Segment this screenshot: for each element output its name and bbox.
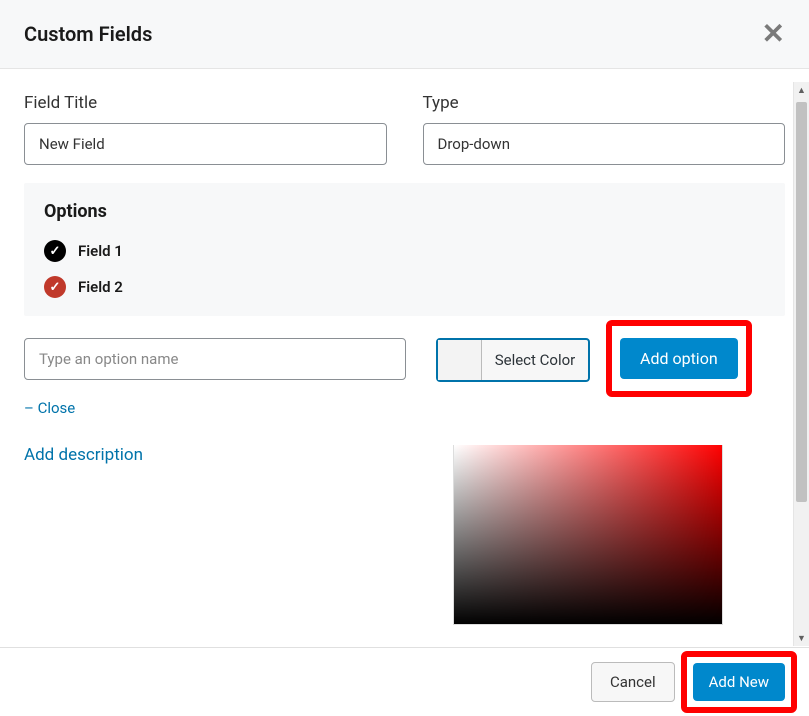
options-heading: Options xyxy=(44,201,765,222)
check-icon: ✓ xyxy=(44,240,66,262)
close-icon[interactable]: ✕ xyxy=(762,20,785,48)
scroll-up-icon[interactable]: ▲ xyxy=(794,82,809,98)
add-option-button[interactable]: Add option xyxy=(620,338,738,379)
add-description-link[interactable]: Add description xyxy=(24,445,143,465)
field-title-label: Field Title xyxy=(24,93,387,113)
options-panel: Options ✓ Field 1 ✓ Field 2 xyxy=(24,183,785,316)
option-item[interactable]: ✓ Field 1 xyxy=(44,240,765,262)
option-name-input[interactable] xyxy=(24,338,406,380)
scrollbar[interactable]: ▲ ▼ xyxy=(793,82,809,646)
color-swatch-icon xyxy=(438,340,482,380)
select-color-label: Select Color xyxy=(482,351,588,369)
field-title-input[interactable] xyxy=(24,123,387,165)
option-label: Field 1 xyxy=(78,242,123,260)
color-picker-wrap: Select Color xyxy=(436,338,590,382)
add-option-wrap: Add option xyxy=(620,338,738,379)
field-type-select[interactable] xyxy=(423,123,786,165)
dialog-content: Field Title Type Options ✓ Field 1 ✓ Fie… xyxy=(0,69,809,465)
add-option-row: Select Color Add option xyxy=(24,338,785,382)
field-title-col: Field Title xyxy=(24,93,387,165)
dialog-footer: Cancel Add New xyxy=(0,647,809,716)
field-row: Field Title Type xyxy=(24,93,785,165)
check-icon: ✓ xyxy=(44,276,66,298)
scrollbar-thumb[interactable] xyxy=(796,102,807,502)
cancel-button[interactable]: Cancel xyxy=(591,662,675,702)
add-new-wrap: Add New xyxy=(693,663,785,701)
option-label: Field 2 xyxy=(78,278,123,296)
saturation-lightness-area[interactable] xyxy=(454,445,723,625)
option-item[interactable]: ✓ Field 2 xyxy=(44,276,765,298)
field-type-label: Type xyxy=(423,93,786,113)
add-new-button[interactable]: Add New xyxy=(693,663,785,701)
select-color-button[interactable]: Select Color xyxy=(436,338,590,382)
color-picker-popup xyxy=(453,445,723,625)
dialog-header: Custom Fields ✕ xyxy=(0,0,809,69)
field-type-col: Type xyxy=(423,93,786,165)
scroll-down-icon[interactable]: ▼ xyxy=(794,630,809,646)
close-link[interactable]: – Close xyxy=(24,399,75,417)
dialog-title: Custom Fields xyxy=(24,22,152,46)
